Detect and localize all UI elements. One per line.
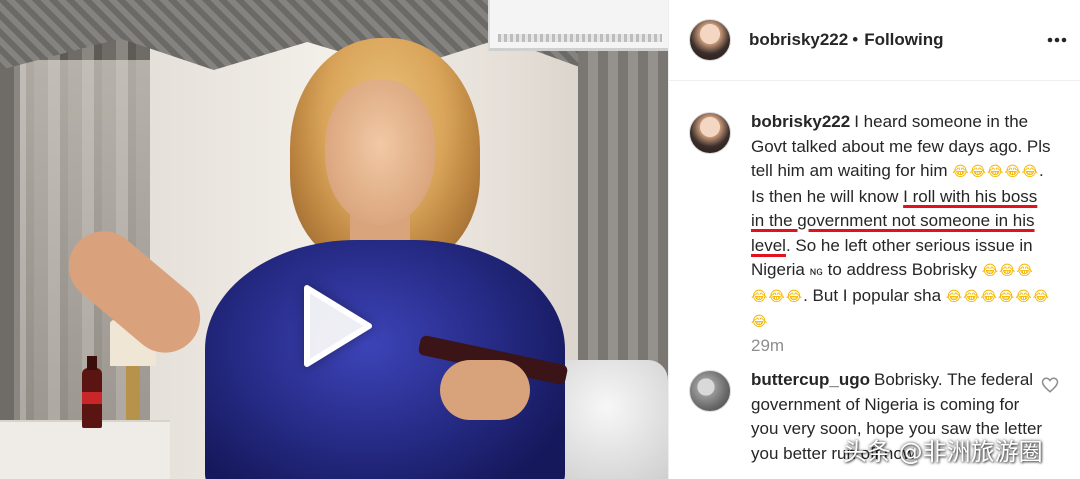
caption-username[interactable]: bobrisky222 — [751, 112, 850, 131]
header-separator: • — [852, 30, 859, 49]
air-conditioner — [488, 0, 668, 51]
more-horizontal-icon[interactable] — [1045, 30, 1069, 50]
header-text: bobrisky222 • Following — [749, 30, 944, 50]
caption-text-part: . But I popular sha — [803, 285, 942, 305]
reply-username[interactable]: buttercup_ugo — [751, 370, 870, 389]
post-timestamp[interactable]: 29m — [751, 336, 784, 356]
post-media[interactable] — [0, 0, 668, 479]
heart-shape — [1041, 377, 1059, 393]
heart-outline-icon[interactable] — [1041, 376, 1059, 394]
post-header: bobrisky222 • Following — [669, 0, 1080, 81]
nightstand — [0, 420, 170, 479]
play-icon-shape — [304, 285, 372, 367]
person-hand — [440, 360, 530, 420]
post-panel: bobrisky222 • Following bobrisky222 I heard… — [668, 0, 1080, 479]
follow-status-button[interactable]: Following — [864, 30, 943, 49]
avatar[interactable] — [689, 19, 731, 61]
soda-bottle — [82, 356, 102, 428]
nigeria-flag-icon: ɴɢ — [809, 264, 823, 278]
watermark: 头条 @非洲旅游圈 — [843, 438, 1043, 466]
avatar[interactable] — [689, 112, 731, 154]
avatar[interactable] — [689, 370, 731, 412]
caption-text: bobrisky222 I heard someone in the Govt t… — [751, 110, 1051, 335]
caption-text-part: to address Bobrisky — [822, 260, 977, 279]
more-dots — [1047, 37, 1067, 43]
play-icon[interactable] — [294, 284, 378, 368]
person-face — [325, 80, 435, 225]
header-username[interactable]: bobrisky222 — [749, 30, 848, 49]
laughing-emoji-icon: 😂😂😂😂😂 — [952, 164, 1040, 180]
